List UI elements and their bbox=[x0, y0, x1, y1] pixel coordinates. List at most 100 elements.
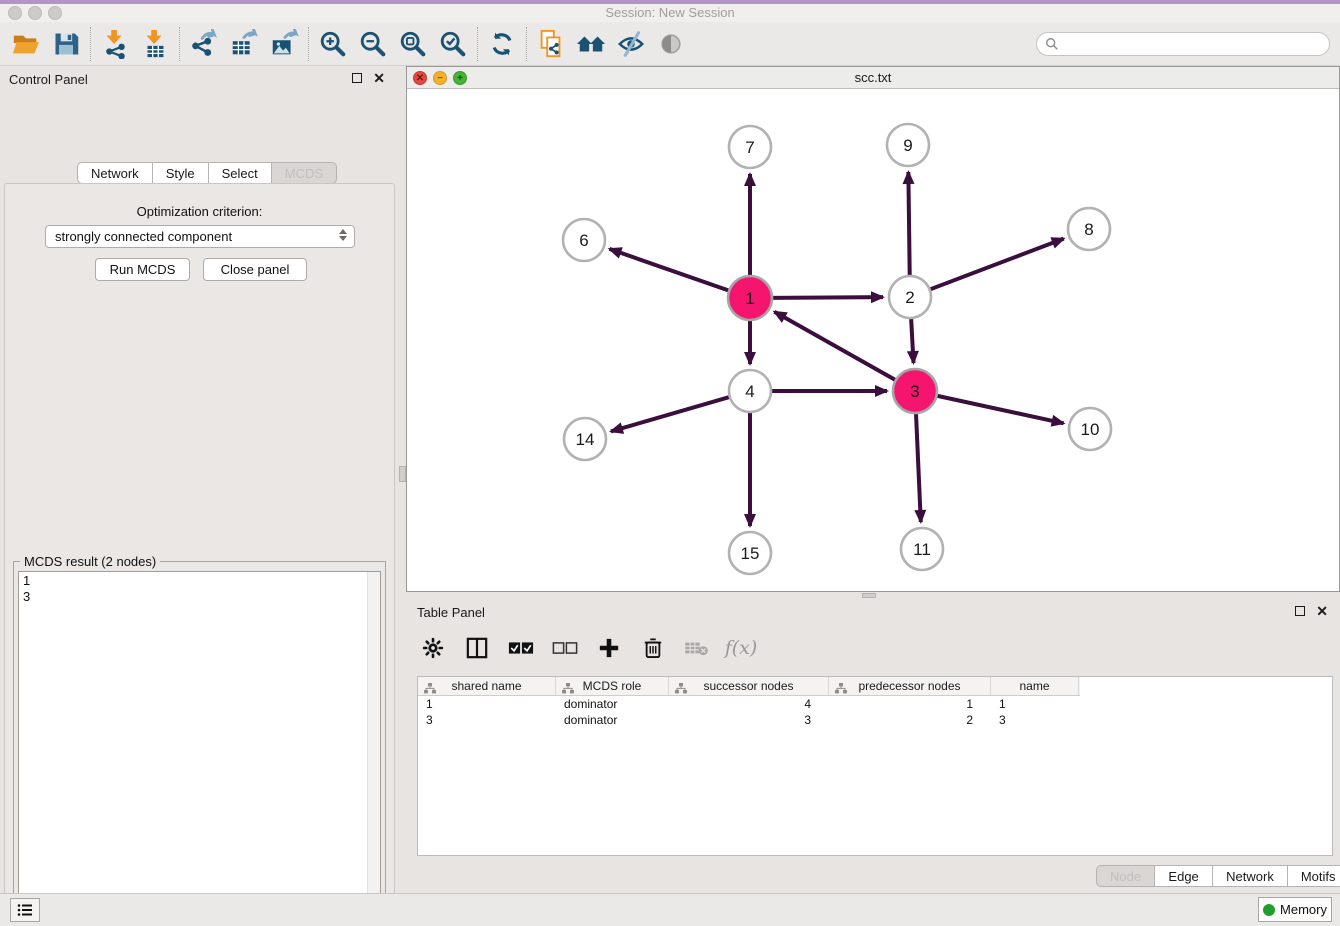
delete-table-icon bbox=[684, 639, 710, 657]
home-button[interactable] bbox=[571, 25, 611, 63]
control-panel-float-icon[interactable] bbox=[352, 73, 362, 83]
network-window-titlebar[interactable]: ✕ − + scc.txt bbox=[407, 67, 1339, 89]
apply-layout-button[interactable] bbox=[482, 25, 522, 63]
zoom-fit-button[interactable] bbox=[393, 25, 433, 63]
table-row[interactable]: 3dominator323 bbox=[418, 712, 1080, 728]
graph-node-1[interactable]: 1 bbox=[728, 276, 772, 320]
network-window-close-button[interactable]: ✕ bbox=[413, 71, 427, 85]
lens-button[interactable] bbox=[651, 25, 691, 63]
graph-edge-3-10[interactable] bbox=[937, 396, 1063, 423]
node-table[interactable]: shared nameMCDS rolesuccessor nodesprede… bbox=[417, 676, 1333, 856]
graph-edge-1-2[interactable] bbox=[773, 297, 883, 298]
delete-column-button[interactable] bbox=[638, 633, 668, 663]
import-table-button[interactable] bbox=[135, 25, 175, 63]
tab-network[interactable]: Network bbox=[77, 162, 153, 184]
copy-network-button[interactable] bbox=[531, 25, 571, 63]
cell-name[interactable]: 3 bbox=[991, 712, 1079, 728]
tab-style[interactable]: Style bbox=[153, 162, 209, 184]
zoom-selected-button[interactable] bbox=[433, 25, 473, 63]
search-field[interactable] bbox=[1036, 32, 1330, 56]
cell-predecessor-nodes[interactable]: 1 bbox=[829, 696, 991, 712]
optimization-criterion-dropdown[interactable]: strongly connected component bbox=[45, 225, 355, 248]
hide-panel-button[interactable] bbox=[611, 25, 651, 63]
network-canvas[interactable]: 7 9 6 8 1 2 4 3 14 10 15 11 bbox=[407, 89, 1339, 591]
graph-edge-3-1[interactable] bbox=[774, 312, 895, 380]
deselect-all-button[interactable] bbox=[550, 633, 580, 663]
graph-edge-1-6[interactable] bbox=[609, 249, 728, 291]
cell-MCDS-role[interactable]: dominator bbox=[556, 712, 669, 728]
graph-node-8[interactable]: 8 bbox=[1068, 208, 1110, 250]
vertical-splitter[interactable] bbox=[399, 66, 406, 893]
window-close-button[interactable] bbox=[8, 6, 22, 20]
graph-node-11[interactable]: 11 bbox=[901, 528, 943, 570]
tab-network-table[interactable]: Network Table bbox=[1213, 865, 1288, 887]
cell-shared-name[interactable]: 3 bbox=[418, 712, 556, 728]
column-header-label: name bbox=[1019, 679, 1049, 693]
add-column-button[interactable] bbox=[594, 633, 624, 663]
cell-shared-name[interactable]: 1 bbox=[418, 696, 556, 712]
network-window-minimize-button[interactable]: − bbox=[433, 71, 447, 85]
zoom-in-button[interactable] bbox=[313, 25, 353, 63]
table-panel-close-icon[interactable]: ✕ bbox=[1316, 606, 1328, 616]
graph-edge-2-3[interactable] bbox=[911, 319, 913, 363]
tab-node-table[interactable]: Node Table bbox=[1096, 865, 1155, 887]
horizontal-splitter-handle[interactable] bbox=[862, 593, 876, 598]
import-network-button[interactable] bbox=[95, 25, 135, 63]
table-row[interactable]: 1dominator411 bbox=[418, 696, 1080, 712]
tab-motifs[interactable]: Motifs bbox=[1288, 865, 1340, 887]
column-header-shared-name[interactable]: shared name bbox=[418, 677, 556, 695]
graph-node-label: 3 bbox=[910, 382, 919, 401]
graph-node-3[interactable]: 3 bbox=[893, 369, 937, 413]
graph-node-6[interactable]: 6 bbox=[563, 219, 605, 261]
graph-node-9[interactable]: 9 bbox=[887, 124, 929, 166]
graph-node-4[interactable]: 4 bbox=[729, 370, 771, 412]
control-panel-close-icon[interactable]: ✕ bbox=[373, 73, 385, 83]
export-image-button[interactable] bbox=[264, 25, 304, 63]
graph-edge-2-8[interactable] bbox=[931, 239, 1064, 290]
show-columns-button[interactable] bbox=[462, 633, 492, 663]
window-zoom-button[interactable] bbox=[48, 6, 62, 20]
vertical-splitter-handle[interactable] bbox=[399, 466, 406, 482]
select-all-button[interactable] bbox=[506, 633, 536, 663]
graph-edge-2-9[interactable] bbox=[908, 172, 909, 275]
save-session-button[interactable] bbox=[46, 25, 86, 63]
result-item[interactable]: 3 bbox=[23, 589, 380, 605]
close-panel-button[interactable]: Close panel bbox=[203, 258, 307, 281]
result-item[interactable]: 1 bbox=[23, 573, 380, 589]
network-window-maximize-button[interactable]: + bbox=[453, 71, 467, 85]
graph-edge-3-11[interactable] bbox=[916, 414, 921, 522]
graph-edge-4-14[interactable] bbox=[611, 397, 729, 431]
graph-node-10[interactable]: 10 bbox=[1069, 408, 1111, 450]
table-panel-float-icon[interactable] bbox=[1295, 606, 1305, 616]
cell-successor-nodes[interactable]: 3 bbox=[669, 712, 829, 728]
result-list-scrollbar[interactable] bbox=[367, 572, 380, 926]
tab-select[interactable]: Select bbox=[209, 162, 272, 184]
cell-successor-nodes[interactable]: 4 bbox=[669, 696, 829, 712]
graph-node-7[interactable]: 7 bbox=[729, 126, 771, 168]
open-file-button[interactable] bbox=[6, 25, 46, 63]
memory-button[interactable]: Memory bbox=[1258, 897, 1332, 922]
export-table-button[interactable] bbox=[224, 25, 264, 63]
horizontal-splitter[interactable] bbox=[406, 592, 1340, 599]
cell-name[interactable]: 1 bbox=[991, 696, 1079, 712]
column-header-name[interactable]: name bbox=[991, 677, 1079, 695]
table-settings-button[interactable] bbox=[418, 633, 448, 663]
column-header-predecessor-nodes[interactable]: predecessor nodes bbox=[829, 677, 991, 695]
graph-node-15[interactable]: 15 bbox=[729, 532, 771, 574]
window-minimize-button[interactable] bbox=[28, 6, 42, 20]
run-mcds-button[interactable]: Run MCDS bbox=[95, 258, 190, 281]
zoom-out-button[interactable] bbox=[353, 25, 393, 63]
show-tasks-button[interactable] bbox=[10, 898, 40, 922]
tab-edge-table[interactable]: Edge Table bbox=[1155, 865, 1213, 887]
column-header-MCDS-role[interactable]: MCDS role bbox=[556, 677, 669, 695]
search-icon bbox=[1045, 37, 1059, 51]
column-header-successor-nodes[interactable]: successor nodes bbox=[669, 677, 829, 695]
graph-node-14[interactable]: 14 bbox=[564, 418, 606, 460]
export-network-button[interactable] bbox=[184, 25, 224, 63]
mcds-result-list[interactable]: 13 bbox=[18, 571, 381, 926]
graph-node-2[interactable]: 2 bbox=[889, 276, 931, 318]
search-input[interactable] bbox=[1059, 37, 1309, 52]
tab-mcds[interactable]: MCDS bbox=[272, 162, 337, 184]
cell-predecessor-nodes[interactable]: 2 bbox=[829, 712, 991, 728]
toolbar-separator bbox=[179, 27, 180, 61]
